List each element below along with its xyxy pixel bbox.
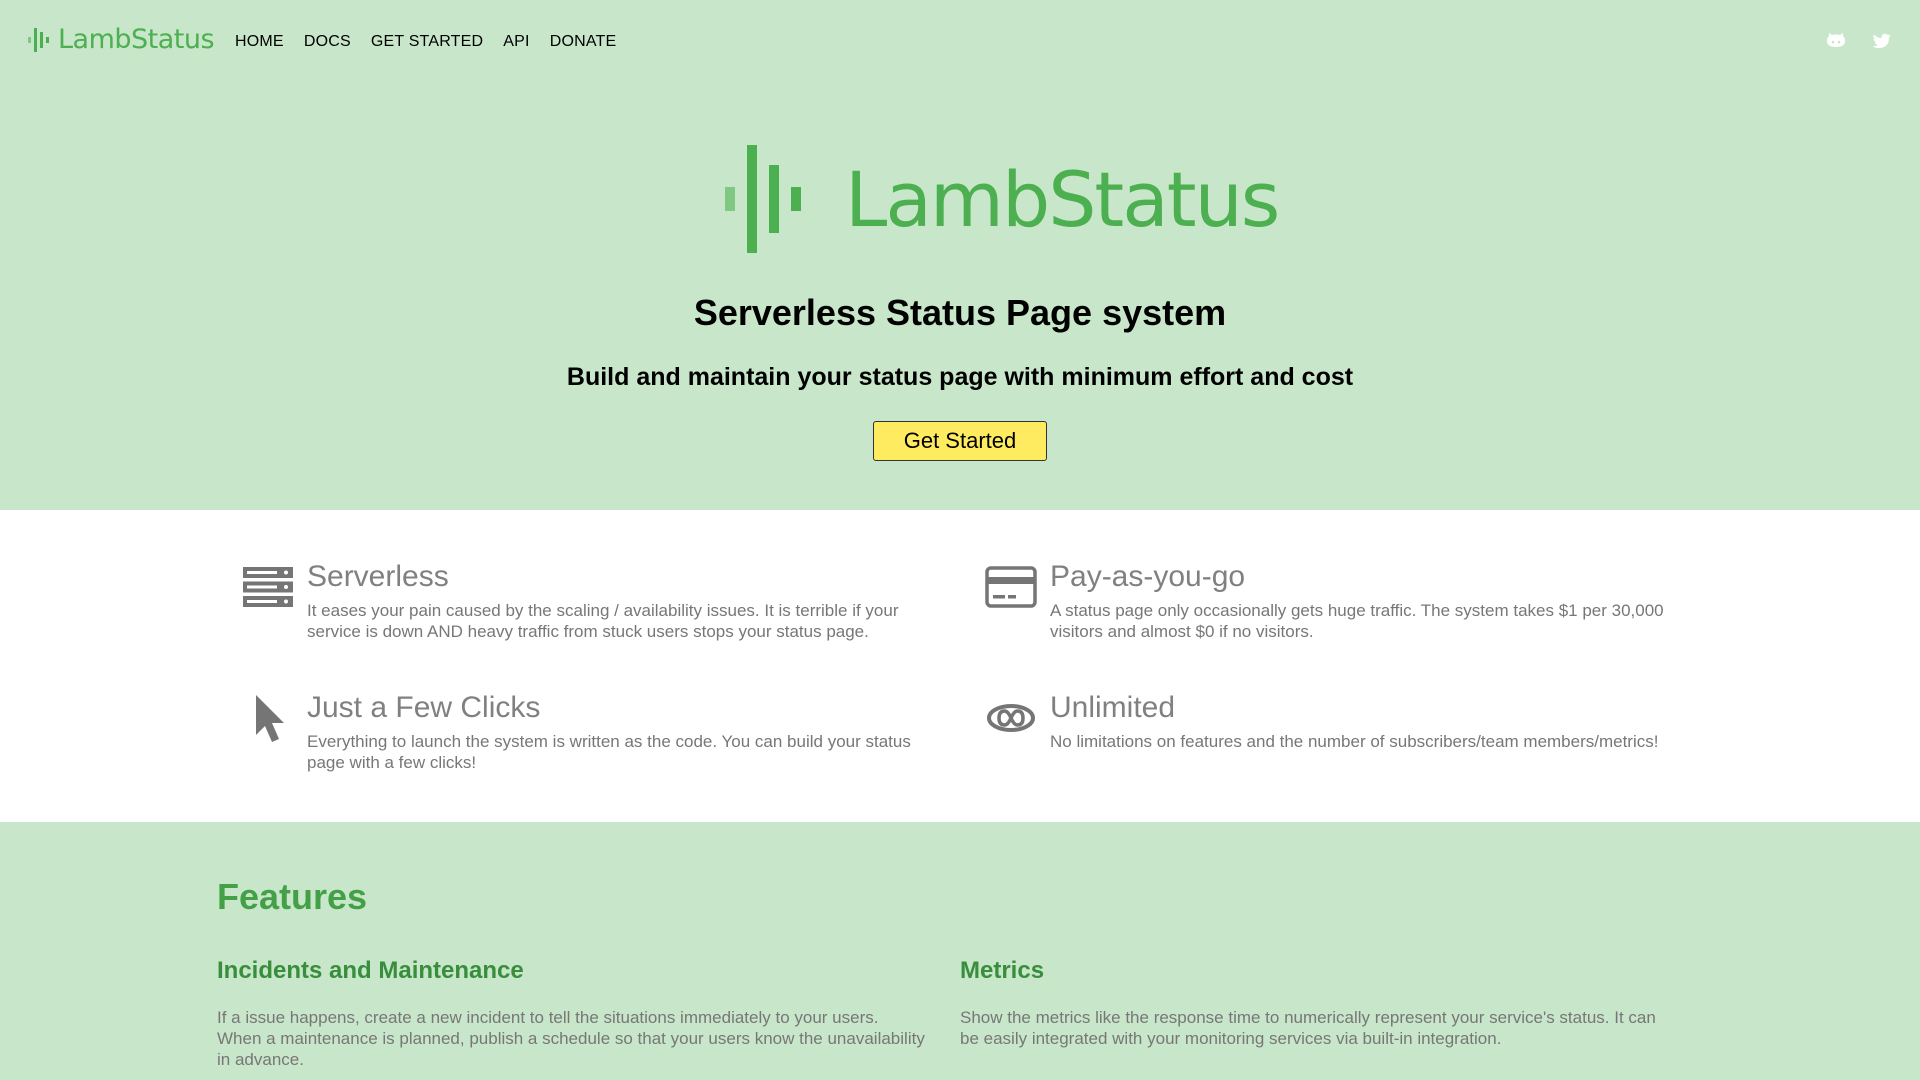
hero-logo: LambStatus <box>725 145 1280 253</box>
nav-link-docs[interactable]: DOCS <box>304 33 351 51</box>
benefit-title: Pay-as-you-go <box>1050 560 1246 593</box>
main-nav: HOME DOCS GET STARTED API DONATE <box>235 33 616 51</box>
features-section: Features Incidents and Maintenance If a … <box>0 822 1920 1080</box>
lambstatus-logo-icon <box>725 145 801 253</box>
nav-link-donate[interactable]: DONATE <box>550 33 617 51</box>
benefit-title: Just a Few Clicks <box>307 691 541 724</box>
feature-item: Metrics Show the metrics like the respon… <box>960 957 1670 1049</box>
nav-logo[interactable]: LambStatus <box>28 24 215 55</box>
infinity-icon <box>984 691 1038 745</box>
lambstatus-logo-icon <box>28 27 49 52</box>
features-heading: Features <box>217 876 368 917</box>
feature-item: Incidents and Maintenance If a issue hap… <box>217 957 927 1070</box>
benefit-description: No limitations on features and the numbe… <box>1050 732 1659 751</box>
benefit-description: A status page only occasionally gets hug… <box>1050 601 1664 641</box>
benefit-description: Everything to launch the system is writt… <box>307 732 911 772</box>
feature-title: Incidents and Maintenance <box>217 957 524 984</box>
hero-section: LambStatus HOME DOCS GET STARTED API DON… <box>0 0 1920 510</box>
benefits-section: Serverless It eases your pain caused by … <box>0 510 1920 822</box>
twitter-icon[interactable] <box>1872 33 1892 55</box>
page-subtitle: Build and maintain your status page with… <box>566 363 1354 391</box>
get-started-button[interactable]: Get Started <box>873 421 1047 461</box>
page-title: Serverless Status Page system <box>693 292 1227 333</box>
github-icon[interactable] <box>1826 32 1846 55</box>
benefit-title: Serverless <box>307 560 449 593</box>
cursor-icon <box>241 691 295 745</box>
feature-description: Show the metrics like the response time … <box>960 1008 1656 1048</box>
nav-link-api[interactable]: API <box>503 33 529 51</box>
benefit-description: It eases your pain caused by the scaling… <box>307 601 899 641</box>
feature-description: If a issue happens, create a new inciden… <box>217 1008 925 1069</box>
nav-link-home[interactable]: HOME <box>235 33 284 51</box>
benefit-title: Unlimited <box>1050 691 1176 724</box>
feature-title: Metrics <box>960 957 1045 984</box>
hero-logo-text: LambStatus <box>845 154 1280 244</box>
nav-link-get-started[interactable]: GET STARTED <box>371 33 483 51</box>
credit-card-icon <box>984 560 1038 614</box>
nav-logo-text: LambStatus <box>58 24 215 55</box>
social-links <box>1826 32 1892 55</box>
server-icon <box>241 560 295 614</box>
